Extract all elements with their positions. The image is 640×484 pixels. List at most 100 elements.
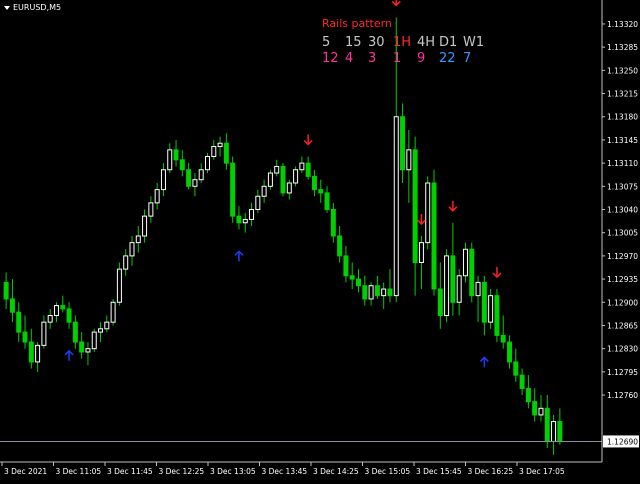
arrow-down-icon — [416, 214, 426, 226]
candle — [85, 342, 91, 366]
candle — [135, 226, 141, 253]
candle — [148, 196, 154, 223]
candle — [494, 289, 500, 343]
time-tick-label: 3 Dec 11:45 — [107, 467, 153, 476]
candle — [79, 332, 85, 359]
pattern-count: 3 — [368, 51, 377, 66]
price-tick-label: 1.12900 — [607, 298, 638, 307]
candle — [507, 335, 513, 369]
candle — [324, 186, 330, 213]
candle — [242, 212, 248, 233]
price-tick-label: 1.12760 — [607, 391, 638, 400]
candle — [362, 275, 368, 306]
candle — [230, 156, 236, 223]
candle — [91, 328, 97, 352]
candle — [400, 103, 406, 183]
candle — [211, 139, 217, 160]
candle — [444, 249, 450, 323]
candle — [198, 163, 204, 183]
candle — [173, 139, 179, 167]
price-tick-label: 1.13145 — [607, 136, 638, 145]
symbol-header[interactable]: EURUSD,M5 — [4, 3, 61, 12]
candle — [204, 153, 210, 174]
candle — [116, 262, 122, 306]
candle — [3, 272, 9, 309]
price-tick-label: 1.13285 — [607, 43, 638, 52]
candle — [513, 348, 519, 382]
candles-layer — [3, 17, 563, 455]
candle — [104, 315, 110, 333]
arrow-up-icon — [234, 250, 244, 262]
candle — [437, 262, 443, 329]
candle — [387, 269, 393, 303]
candle — [9, 279, 15, 323]
price-tick-label: 1.13215 — [607, 90, 638, 99]
timeframe-d1: D1 — [439, 35, 458, 50]
timeframe-30: 30 — [368, 35, 385, 50]
candle — [223, 133, 229, 170]
panel-title: Rails pattern — [322, 17, 392, 30]
chart-window[interactable]: 1.13320 1.13285 1.13250 1.13215 1.13180 1.131… — [0, 0, 640, 480]
candle — [381, 282, 387, 309]
candle — [356, 269, 362, 293]
price-tick-label: 1.12865 — [607, 321, 638, 330]
candle — [192, 173, 198, 197]
candle — [35, 342, 41, 372]
candle — [98, 322, 104, 343]
candle — [368, 282, 374, 306]
candle — [167, 143, 173, 174]
time-tick-label: 3 Dec 13:05 — [210, 467, 256, 476]
price-chart[interactable]: 1.13320 1.13285 1.13250 1.13215 1.13180 1.131… — [0, 0, 640, 480]
chevron-down-icon[interactable] — [4, 5, 10, 10]
candle — [28, 328, 34, 369]
candle — [186, 163, 192, 190]
price-tick-label: 1.12830 — [607, 345, 638, 354]
arrow-up-icon — [479, 356, 489, 368]
arrow-up-icon — [64, 349, 74, 361]
candle — [532, 388, 538, 422]
candle — [274, 159, 280, 177]
candle — [47, 308, 53, 329]
price-axis: 1.13320 1.13285 1.13250 1.13215 1.13180 1.131… — [0, 0, 639, 463]
candle — [551, 414, 557, 455]
candle — [475, 275, 481, 323]
candle — [123, 249, 129, 276]
price-tick-label: 1.13075 — [607, 182, 638, 191]
candle — [249, 202, 255, 227]
candle — [462, 242, 468, 283]
time-tick-label: 3 Dec 13:45 — [262, 467, 308, 476]
rails-pattern-panel: Rails pattern 5 15 30 1H 4H D1 W1 12 4 3 1 9 22 7 — [322, 17, 485, 66]
count-row: 12 4 3 1 9 22 7 — [322, 51, 483, 66]
candle — [469, 242, 475, 303]
current-price-box: 1.12690 — [603, 435, 639, 448]
price-tick-label: 1.13180 — [607, 113, 638, 122]
timeframe-4h: 4H — [417, 35, 436, 50]
price-tick-label: 1.13250 — [607, 66, 638, 75]
candle — [412, 136, 418, 296]
price-tick-label: 1.12970 — [607, 252, 638, 261]
time-tick-label: 3 Dec 15:45 — [416, 467, 462, 476]
candle — [110, 298, 116, 326]
pattern-count: 9 — [417, 51, 426, 66]
price-tick-label: 1.12935 — [607, 275, 638, 284]
candle — [41, 315, 47, 349]
candle — [293, 166, 299, 187]
candle — [318, 179, 324, 203]
candle — [280, 163, 286, 197]
candle — [343, 245, 349, 283]
time-tick-label: 3 Dec 2021 — [4, 467, 47, 476]
candle — [217, 136, 223, 157]
timeframe-1h: 1H — [393, 35, 412, 50]
candle — [154, 182, 160, 210]
candle — [418, 236, 424, 290]
arrow-down-icon — [391, 0, 401, 7]
candle — [261, 179, 267, 203]
time-tick-label: 3 Dec 16:25 — [468, 467, 514, 476]
timeframe-w1: W1 — [463, 35, 485, 50]
candle — [22, 315, 28, 349]
candle — [500, 315, 506, 349]
candle — [311, 169, 317, 197]
candle — [450, 222, 456, 316]
candle — [305, 156, 311, 180]
candle — [456, 269, 462, 316]
